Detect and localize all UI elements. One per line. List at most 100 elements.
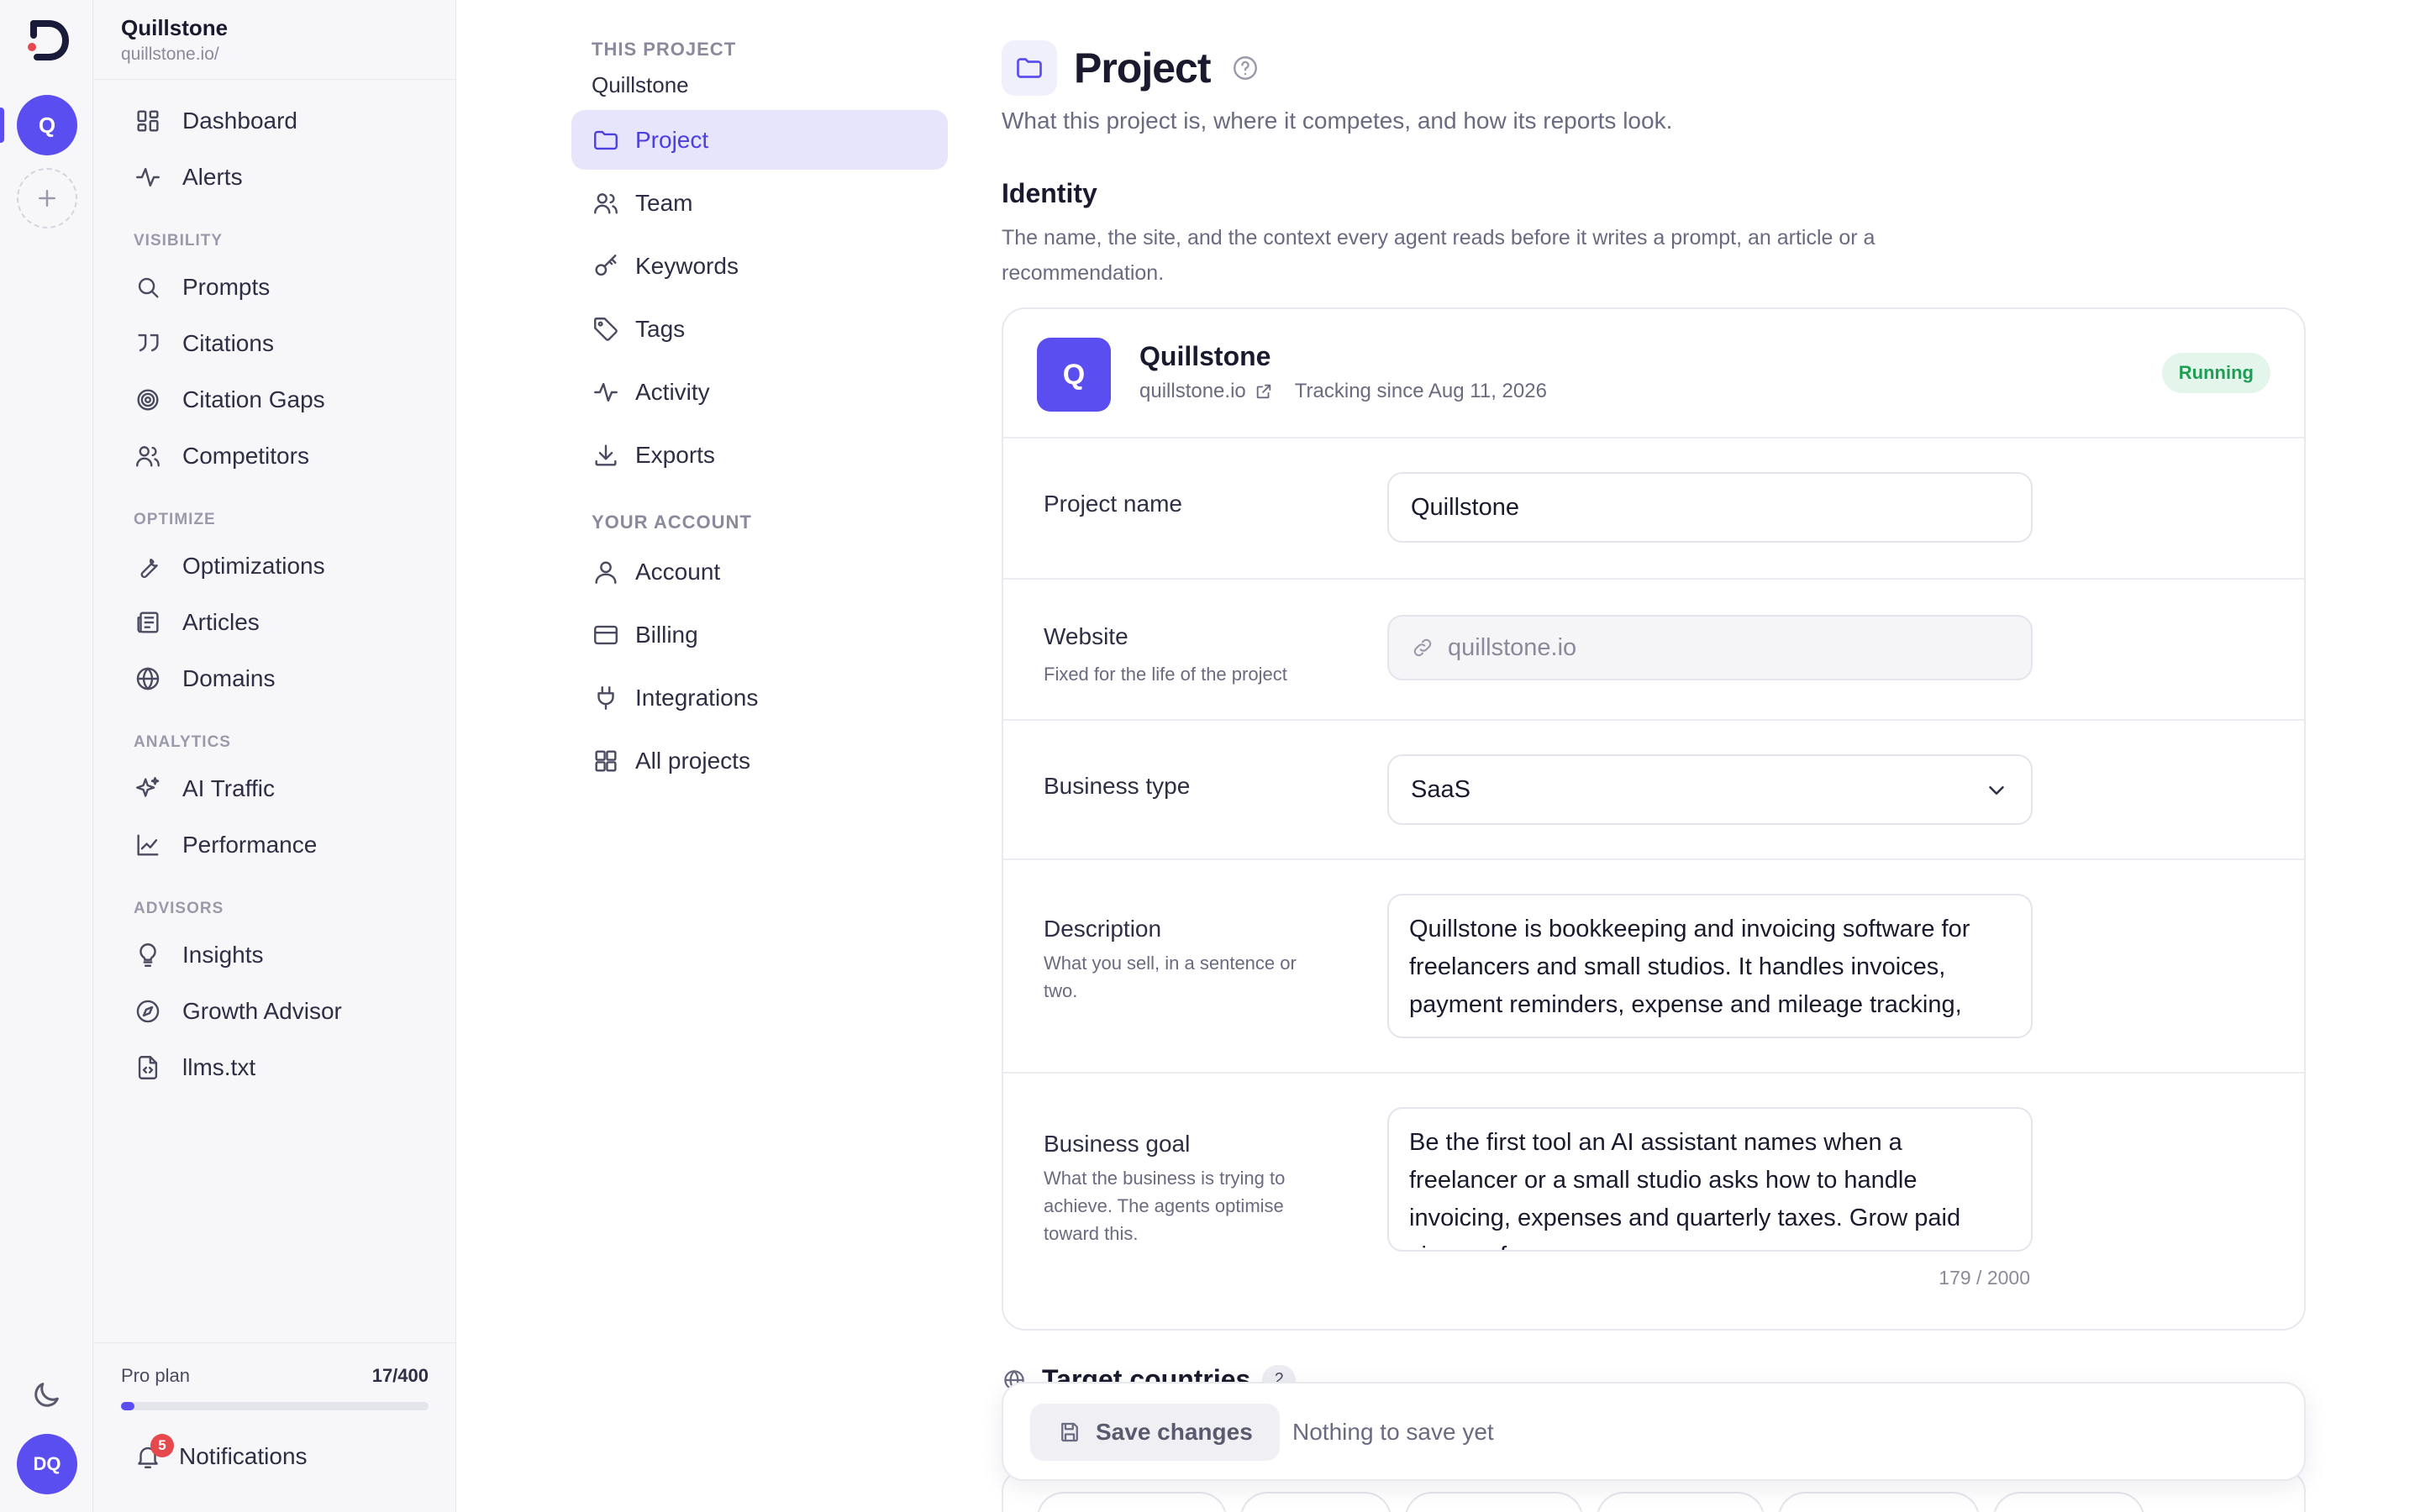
external-link-icon[interactable] <box>1255 382 1273 401</box>
settings-item-label: Project <box>635 126 709 153</box>
project-domain-link[interactable]: quillstone.io <box>1139 380 1246 403</box>
notification-count-badge: 5 <box>150 1434 174 1457</box>
website-help: Fixed for the life of the project <box>1044 664 1287 685</box>
business-type-label: Business type <box>1044 773 1191 799</box>
country-chip[interactable] <box>1037 1492 1227 1512</box>
sidebar-item-label: llms.txt <box>182 1053 256 1080</box>
link-icon <box>1411 636 1434 659</box>
save-changes-label: Save changes <box>1096 1419 1253 1445</box>
project-name-input[interactable]: Quillstone <box>1387 472 2033 543</box>
project-name-label: Project name <box>1044 491 1182 517</box>
moon-icon[interactable] <box>29 1378 63 1412</box>
website-label: Website <box>1044 623 1128 649</box>
settings-item-team[interactable]: Team <box>571 173 948 233</box>
activity-icon <box>134 163 162 192</box>
sidebar-item-llms-txt[interactable]: llms.txt <box>134 1039 445 1095</box>
settings-item-label: Exports <box>635 441 715 468</box>
sidebar-item-label: Optimizations <box>182 552 325 579</box>
page-subtitle: What this project is, where it competes,… <box>1002 108 1673 134</box>
description-label: Description <box>1044 916 1162 942</box>
sidebar-item-label: Growth Advisor <box>182 997 342 1024</box>
settings-item-all-projects[interactable]: All projects <box>571 731 948 790</box>
project-name-value: Quillstone <box>1411 493 1519 521</box>
settings-item-integrations[interactable]: Integrations <box>571 668 948 727</box>
sidebar-item-optimizations[interactable]: Optimizations <box>134 538 445 594</box>
country-chip[interactable] <box>1778 1492 1980 1512</box>
sidebar-item-label: Domains <box>182 664 276 691</box>
users-icon <box>134 442 162 470</box>
description-textarea[interactable]: Quillstone is bookkeeping and invoicing … <box>1387 894 2033 1038</box>
sidebar-divider <box>93 79 455 80</box>
sidebar-item-competitors[interactable]: Competitors <box>134 428 445 484</box>
project-avatar[interactable]: Q <box>17 95 77 155</box>
country-chip[interactable] <box>1240 1492 1392 1512</box>
plan-usage[interactable]: Pro plan 17/400 <box>121 1365 429 1387</box>
settings-item-account[interactable]: Account <box>571 542 948 601</box>
identity-section-title: Identity <box>1002 178 1097 208</box>
users-icon <box>592 189 620 218</box>
sidebar-item-ai-traffic[interactable]: AI Traffic <box>134 760 445 816</box>
country-chip[interactable] <box>1993 1492 2144 1512</box>
help-circle-icon[interactable] <box>1231 54 1260 82</box>
add-project-button[interactable] <box>17 168 77 228</box>
sidebar-item-alerts[interactable]: Alerts <box>134 149 445 205</box>
sidebar-nav: Dashboard Alerts VISIBILITY Prompts Cita… <box>134 92 445 1095</box>
identity-section-description: The name, the site, and the context ever… <box>1002 226 1876 285</box>
sidebar-project-name: Quillstone <box>121 15 229 40</box>
settings-item-label: Account <box>635 558 721 585</box>
project-switcher[interactable]: Quillstone quillstone.io/ <box>121 15 228 65</box>
settings-item-label: All projects <box>635 747 750 774</box>
settings-item-label: Team <box>635 189 693 216</box>
project-summary: Q Quillstone quillstone.io Tracking sinc… <box>1003 309 2304 438</box>
sidebar-item-prompts[interactable]: Prompts <box>134 259 445 315</box>
sidebar-item-label: Articles <box>182 608 260 635</box>
settings-item-project[interactable]: Project <box>571 110 948 170</box>
wrench-icon <box>134 552 162 580</box>
description-row: Description What you sell, in a sentence… <box>1003 860 2304 1074</box>
brand-logo-icon[interactable] <box>24 17 71 64</box>
sidebar-item-dashboard[interactable]: Dashboard <box>134 92 445 149</box>
page-header: Project <box>1002 40 1260 96</box>
sidebar-item-domains[interactable]: Domains <box>134 650 445 706</box>
sidebar-item-growth-advisor[interactable]: Growth Advisor <box>134 983 445 1039</box>
settings-item-label: Keywords <box>635 252 739 279</box>
save-changes-button[interactable]: Save changes <box>1030 1404 1280 1461</box>
sidebar-item-insights[interactable]: Insights <box>134 927 445 983</box>
sidebar-item-label: Dashboard <box>182 107 297 134</box>
chevron-down-icon <box>1984 778 2009 803</box>
project-card-avatar: Q <box>1037 338 1111 412</box>
activity-icon <box>592 378 620 407</box>
newspaper-icon <box>134 608 162 637</box>
country-chip[interactable] <box>1597 1492 1765 1512</box>
folder-icon <box>592 126 620 155</box>
line-chart-icon <box>134 831 162 859</box>
business-type-select[interactable]: SaaS <box>1387 754 2033 825</box>
sidebar-item-citations[interactable]: Citations <box>134 315 445 371</box>
settings-item-exports[interactable]: Exports <box>571 425 948 485</box>
save-icon <box>1057 1420 1082 1445</box>
notifications-button[interactable]: 5 Notifications <box>134 1434 308 1471</box>
sidebar-item-articles[interactable]: Articles <box>134 594 445 650</box>
settings-item-keywords[interactable]: Keywords <box>571 236 948 296</box>
business-goal-label: Business goal <box>1044 1131 1191 1157</box>
tag-icon <box>592 315 620 344</box>
plug-icon <box>592 684 620 712</box>
country-chip[interactable] <box>1405 1492 1583 1512</box>
save-status-text: Nothing to save yet <box>1292 1419 1494 1445</box>
settings-item-tags[interactable]: Tags <box>571 299 948 359</box>
business-goal-row: Business goal What the business is tryin… <box>1003 1074 2304 1331</box>
sidebar-item-performance[interactable]: Performance <box>134 816 445 873</box>
sparkles-icon <box>134 774 162 803</box>
active-project-indicator <box>0 108 4 143</box>
project-name-row: Project name Quillstone <box>1003 438 2304 580</box>
identity-card: Q Quillstone quillstone.io Tracking sinc… <box>1002 307 2306 1331</box>
settings-item-billing[interactable]: Billing <box>571 605 948 664</box>
settings-section-your-account: YOUR ACCOUNT <box>592 512 752 533</box>
sidebar-project-url: quillstone.io/ <box>121 45 219 64</box>
sidebar-item-label: Alerts <box>182 163 243 190</box>
sidebar-item-citation-gaps[interactable]: Citation Gaps <box>134 371 445 428</box>
settings-item-activity[interactable]: Activity <box>571 362 948 422</box>
business-goal-textarea[interactable]: Be the first tool an AI assistant names … <box>1387 1107 2033 1252</box>
user-avatar[interactable]: DQ <box>17 1434 77 1494</box>
settings-item-label: Billing <box>635 621 698 648</box>
